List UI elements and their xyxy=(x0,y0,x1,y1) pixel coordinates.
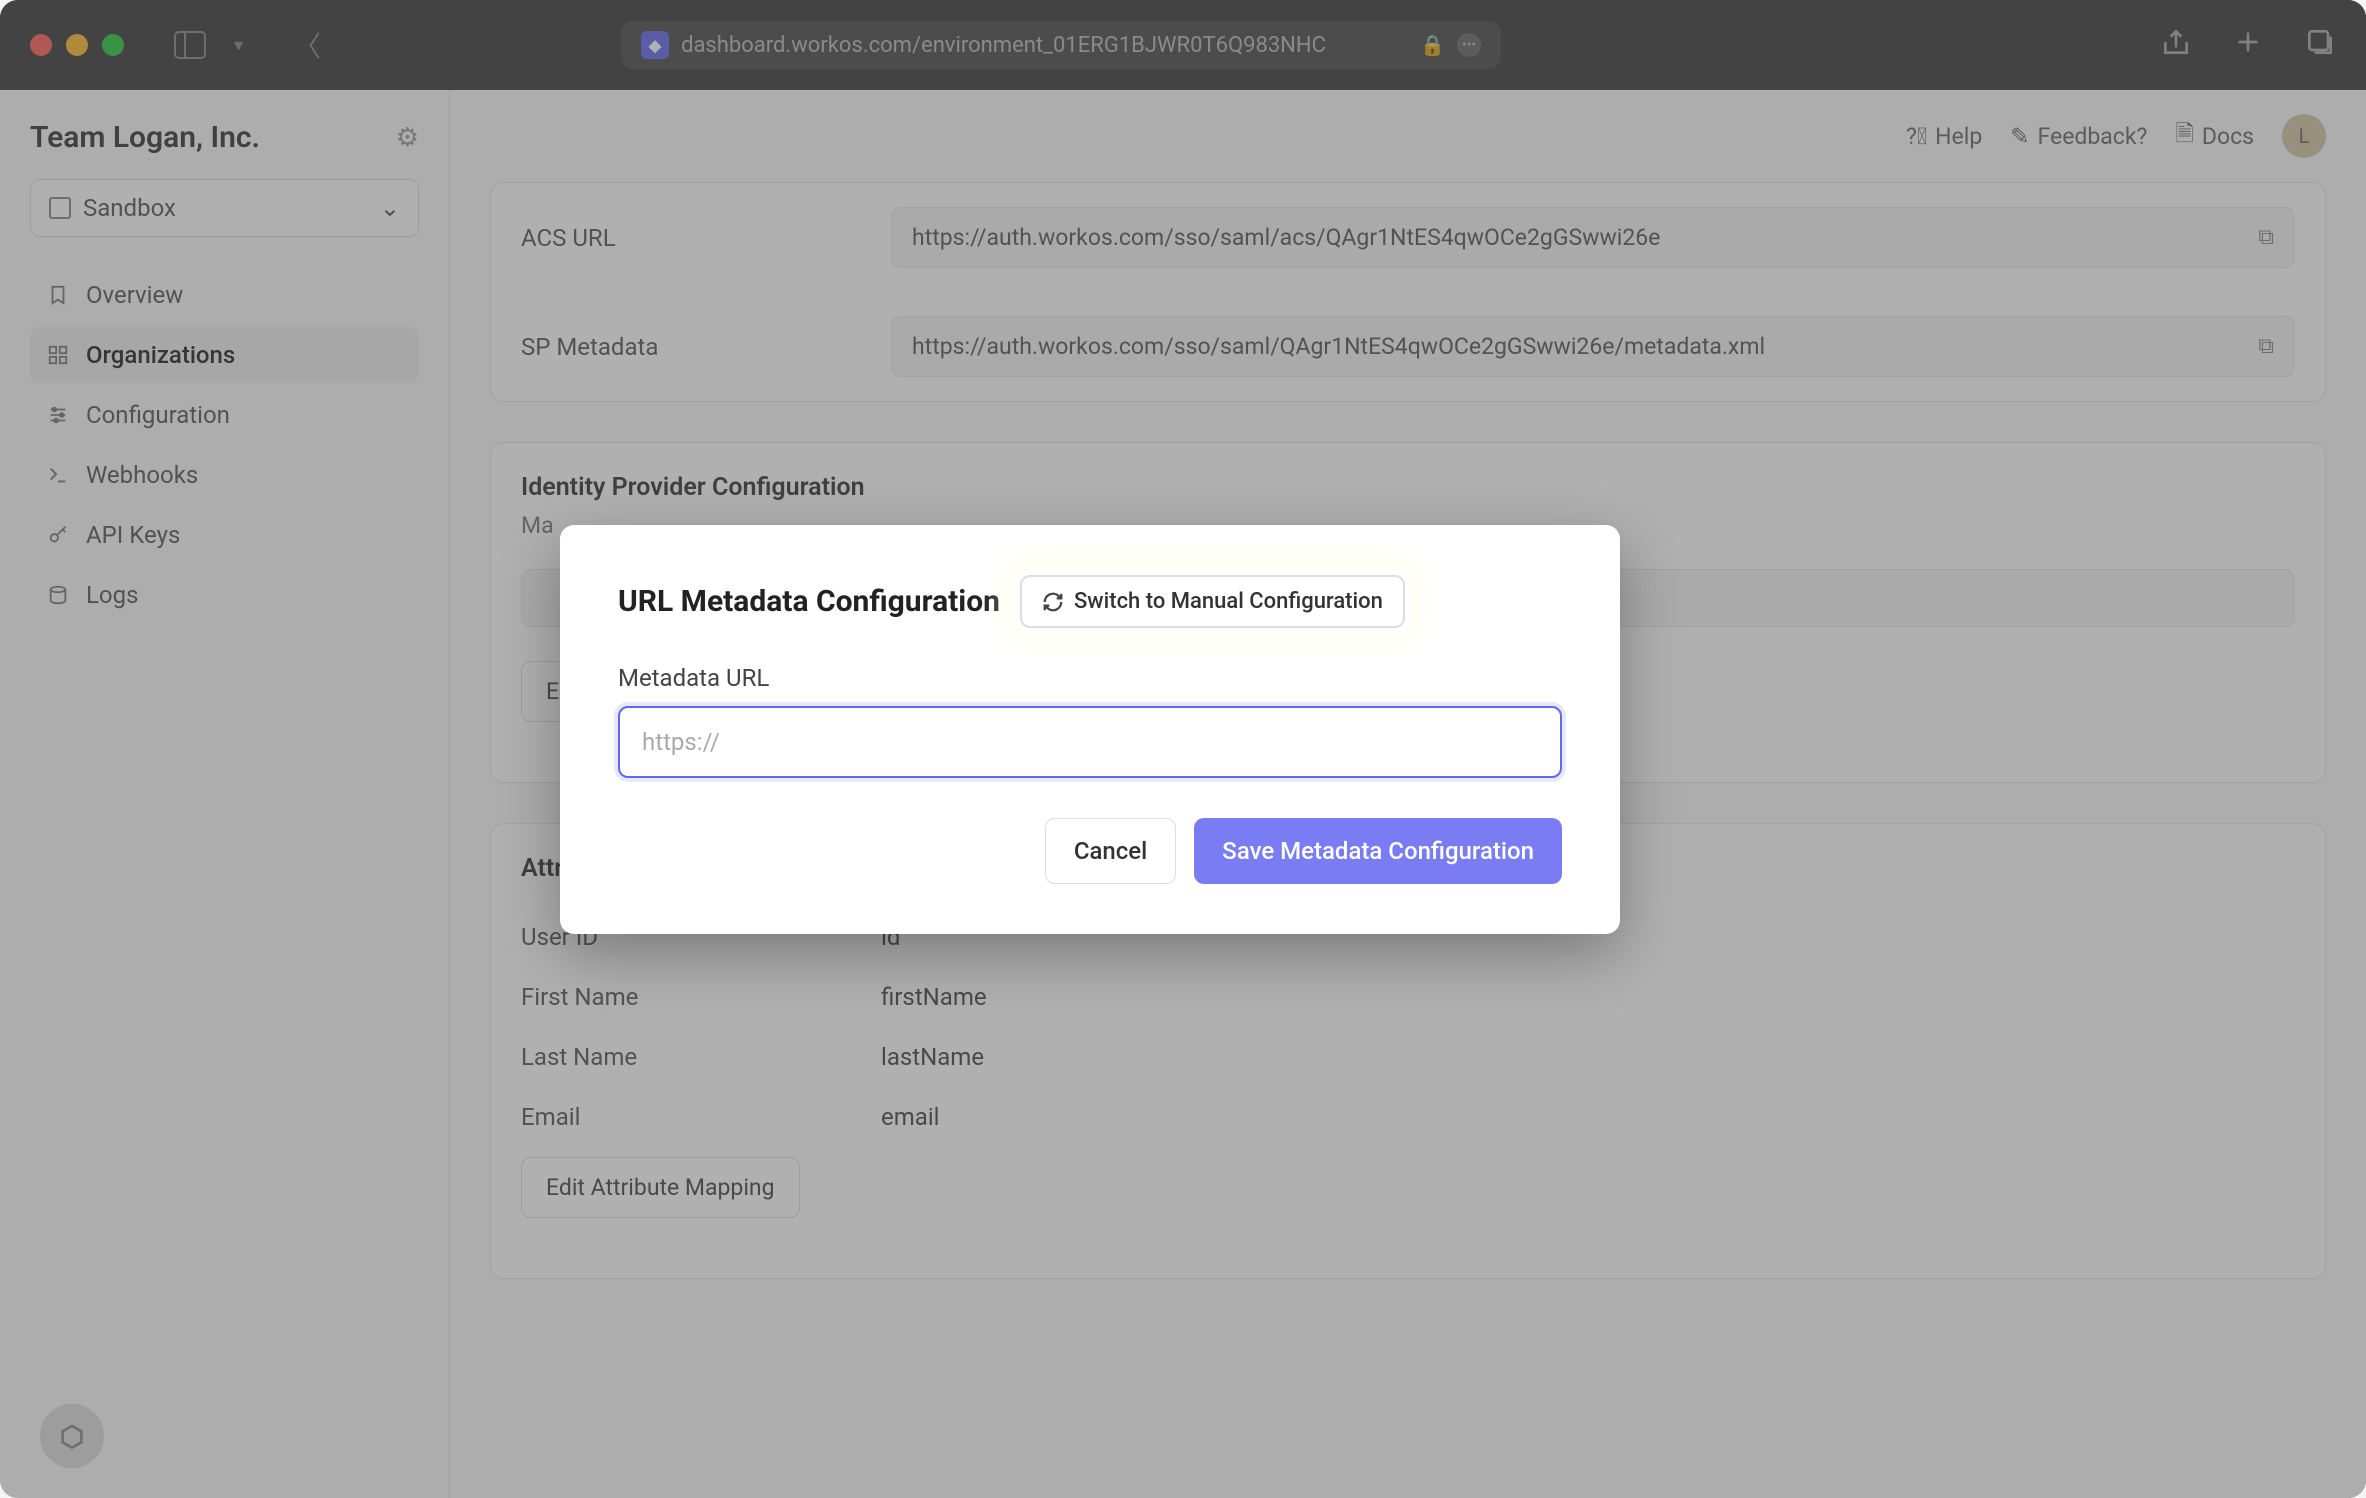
metadata-url-input[interactable] xyxy=(618,706,1562,778)
modal-header: URL Metadata Configuration Switch to Man… xyxy=(618,575,1562,628)
cancel-button[interactable]: Cancel xyxy=(1045,818,1176,884)
switch-to-manual-button[interactable]: Switch to Manual Configuration xyxy=(1020,575,1405,628)
save-metadata-button[interactable]: Save Metadata Configuration xyxy=(1194,818,1562,884)
modal-actions: Cancel Save Metadata Configuration xyxy=(618,818,1562,884)
metadata-url-label: Metadata URL xyxy=(618,664,1562,692)
switch-button-label: Switch to Manual Configuration xyxy=(1074,589,1383,614)
browser-window: ▾ 〈 ◆ dashboard.workos.com/environment_0… xyxy=(0,0,2366,1498)
modal-title: URL Metadata Configuration xyxy=(618,584,1000,619)
metadata-config-modal: URL Metadata Configuration Switch to Man… xyxy=(560,525,1620,934)
refresh-icon xyxy=(1042,591,1064,613)
